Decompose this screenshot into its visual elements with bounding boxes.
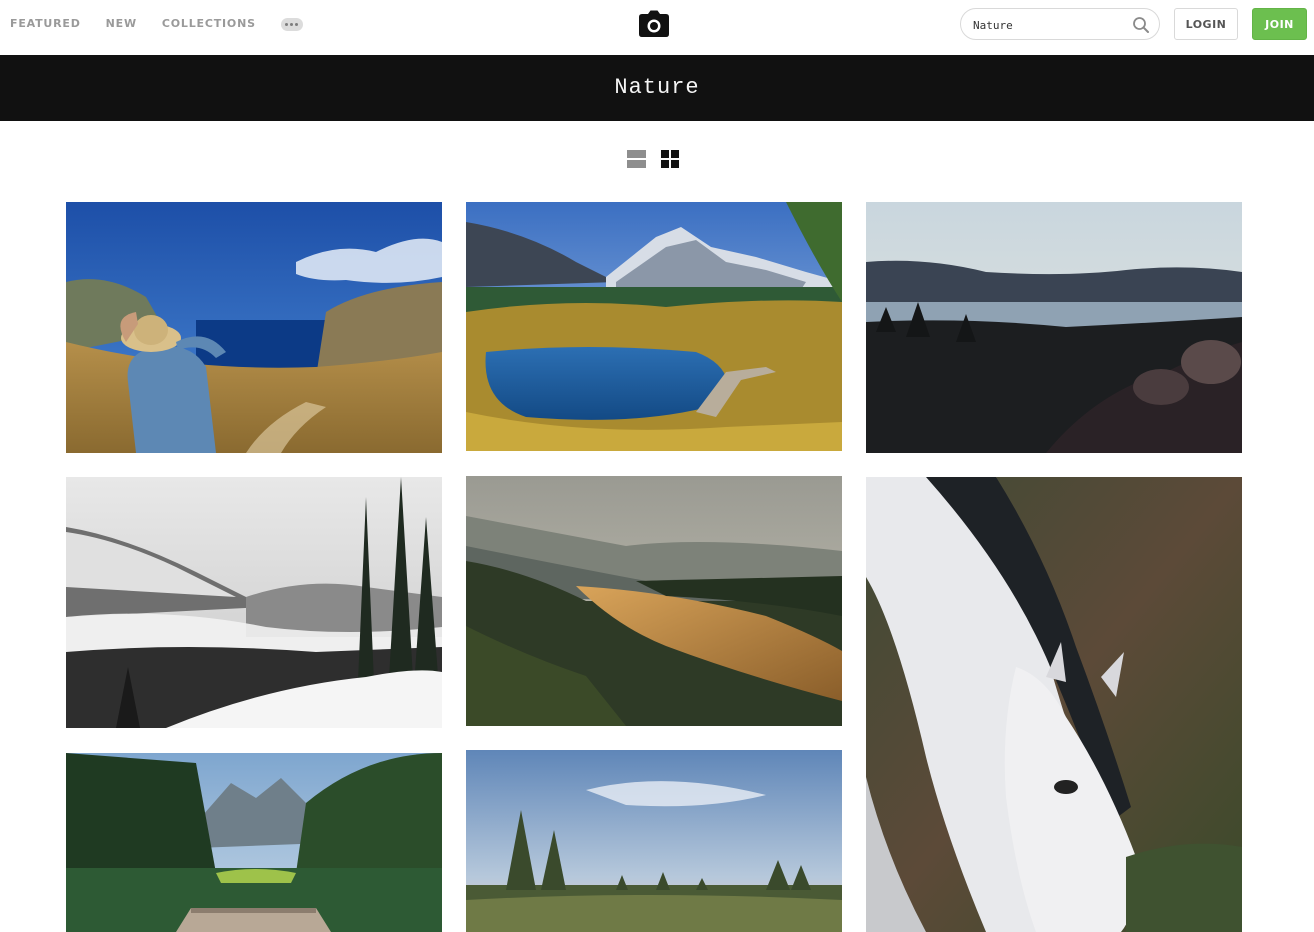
photo-mountain-lake-boardwalk[interactable] [466,202,842,451]
page-title: Nature [614,75,700,100]
photo-marsh-pine-trees[interactable] [466,750,842,932]
main-nav: FEATURED NEW COLLECTIONS [10,17,303,31]
login-button[interactable]: LOGIN [1174,8,1238,40]
grid-view-icon[interactable] [660,149,680,169]
photo-woman-overlooking-bay[interactable] [66,202,442,453]
photo-green-lake-pier[interactable] [66,753,442,932]
nav-featured[interactable]: FEATURED [10,17,81,31]
photo-golden-hills-sunrise[interactable] [466,476,842,726]
search-box [960,8,1160,40]
search-icon[interactable] [1132,16,1150,34]
photo-lake-hills-dusk[interactable] [866,202,1242,453]
title-band: Nature [0,55,1314,121]
list-view-icon[interactable] [627,149,647,169]
photo-white-horse-grazing[interactable] [866,477,1242,932]
top-bar: FEATURED NEW COLLECTIONS LOGIN JOIN [0,0,1314,55]
nav-collections[interactable]: COLLECTIONS [162,17,256,31]
camera-icon[interactable] [638,10,670,38]
ellipsis-icon[interactable] [280,17,303,31]
join-button[interactable]: JOIN [1252,8,1307,40]
photo-snowy-mountains-fog[interactable] [66,477,442,728]
nav-new[interactable]: NEW [106,17,137,31]
search-input[interactable] [973,16,1123,34]
